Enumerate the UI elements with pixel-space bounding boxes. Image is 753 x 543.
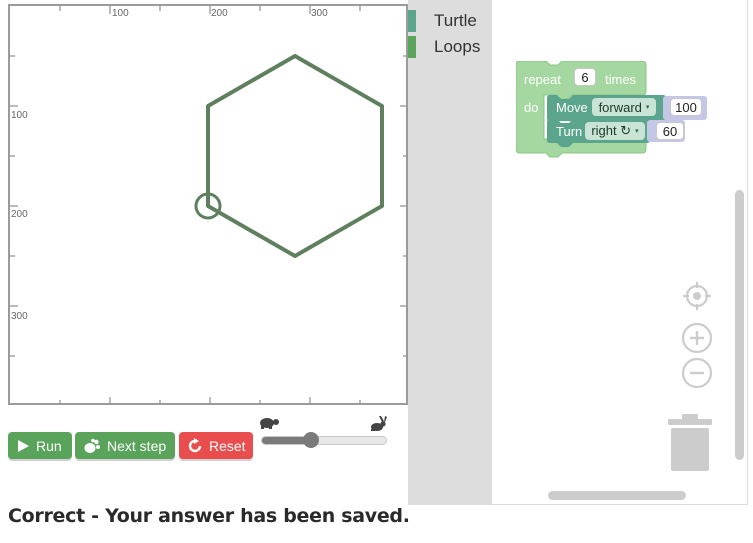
hexagon-path — [206, 54, 384, 258]
y-tick-label: 100 — [11, 110, 28, 121]
dropdown-arrow-icon: ▾ — [645, 104, 650, 111]
next-step-button-label: Next step — [107, 437, 167, 454]
do-label: do — [524, 100, 539, 115]
block-toolbox: Turtle Loops — [408, 0, 492, 505]
toolbox-category-loops[interactable]: Loops — [408, 35, 492, 59]
turn-angle-field[interactable]: 60 — [656, 122, 684, 140]
category-color-swatch — [408, 36, 416, 58]
canvas-drawing: 100 200 300 100 200 300 — [10, 6, 406, 403]
blockly-workspace[interactable]: repeat 6 times do Move forward ▾ 100 Turn… — [492, 0, 748, 505]
move-label: Move — [556, 100, 588, 115]
toolbox-category-label: Loops — [434, 37, 481, 56]
repeat-count-field[interactable]: 6 — [574, 68, 596, 86]
speed-slider[interactable] — [258, 416, 390, 452]
next-step-button[interactable]: Next step — [75, 432, 175, 459]
x-tick-label: 200 — [211, 8, 228, 19]
y-tick-label: 300 — [11, 311, 28, 322]
workspace-horizontal-scrollbar[interactable] — [548, 491, 686, 500]
zoom-in-icon[interactable] — [681, 322, 713, 354]
turtle-icon — [194, 189, 222, 220]
turtle-canvas: 100 200 300 100 200 300 — [8, 4, 408, 405]
turtle-slow-icon — [260, 418, 279, 429]
x-tick-label: 100 — [112, 8, 129, 19]
move-direction-value: forward — [598, 99, 642, 115]
rabbit-fast-icon — [371, 416, 387, 431]
category-color-swatch — [408, 10, 416, 32]
toolbox-category-label: Turtle — [434, 11, 477, 30]
run-button[interactable]: Run — [8, 432, 72, 459]
turn-label: Turn — [556, 124, 583, 139]
reset-button[interactable]: Reset — [179, 432, 253, 459]
reset-icon — [188, 437, 202, 452]
footprint-icon — [84, 438, 100, 453]
turn-direction-value: right ↻ — [591, 123, 632, 138]
trash-icon[interactable] — [668, 414, 712, 472]
turn-direction-dropdown[interactable]: right ↻ ▾ — [585, 122, 645, 140]
workspace-vertical-scrollbar[interactable] — [735, 190, 744, 460]
move-distance-field[interactable]: 100 — [670, 98, 702, 116]
speed-slider-thumb[interactable] — [303, 432, 320, 448]
dropdown-arrow-icon: ▾ — [635, 128, 639, 135]
locate-icon[interactable] — [682, 281, 712, 311]
play-icon — [18, 439, 29, 452]
toolbox-category-turtle[interactable]: Turtle — [408, 9, 492, 33]
speed-slider-track[interactable] — [261, 436, 387, 445]
x-tick-label: 300 — [311, 8, 328, 19]
times-label: times — [605, 72, 637, 87]
repeat-label: repeat — [524, 72, 561, 87]
reset-button-label: Reset — [209, 437, 246, 454]
zoom-out-icon[interactable] — [681, 357, 713, 389]
status-message: Correct - Your answer has been saved. — [8, 505, 410, 527]
move-direction-dropdown[interactable]: forward ▾ — [592, 98, 656, 116]
run-button-label: Run — [36, 437, 62, 454]
y-tick-label: 200 — [11, 209, 28, 220]
canvas-axis-labels: 100 200 300 100 200 300 — [11, 8, 328, 322]
